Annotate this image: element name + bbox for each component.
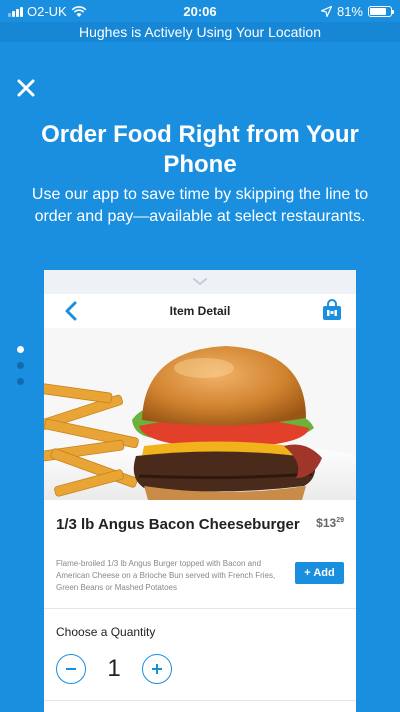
page-dot[interactable] xyxy=(17,378,24,385)
item-description: Flame-broiled 1/3 lb Angus Burger topped… xyxy=(56,559,276,592)
item-price-cents: 29 xyxy=(336,517,344,524)
plus-icon[interactable] xyxy=(150,662,164,676)
burger-illustration xyxy=(44,328,356,500)
close-icon[interactable] xyxy=(14,76,38,100)
card-header-title: Item Detail xyxy=(169,304,231,318)
quantity-stepper: 1 xyxy=(44,649,356,689)
location-arrow-icon xyxy=(320,6,332,17)
page-dot[interactable] xyxy=(17,346,24,353)
item-price: $1329 xyxy=(316,516,344,530)
add-button[interactable]: + Add xyxy=(295,562,344,584)
item-name: 1/3 lb Angus Bacon Cheeseburger xyxy=(56,516,300,533)
item-description-row: Flame-broiled 1/3 lb Angus Burger topped… xyxy=(44,548,356,608)
increase-quantity-button[interactable] xyxy=(142,654,172,684)
page-title: Order Food Right from Your Phone xyxy=(41,121,359,178)
battery-icon xyxy=(368,6,394,17)
page-dot[interactable] xyxy=(17,362,24,369)
page-subtitle: Use our app to save time by skipping the… xyxy=(31,186,369,225)
close-button[interactable] xyxy=(14,76,38,100)
shopping-bag-icon[interactable] xyxy=(322,299,342,321)
page-indicator[interactable] xyxy=(17,346,24,385)
status-bar: O2-UK 20:06 81% xyxy=(0,0,400,22)
chevron-down-icon xyxy=(193,278,207,286)
card-header: Item Detail xyxy=(44,294,356,328)
minus-icon[interactable] xyxy=(64,662,78,676)
burger-image xyxy=(44,328,356,500)
app-preview-card: Item Detail 1/3 lb Angus Bacon Cheesebur… xyxy=(44,270,356,712)
status-right: 81% xyxy=(320,4,394,19)
location-banner[interactable]: Hughes is Actively Using Your Location xyxy=(0,22,400,42)
quantity-label: Choose a Quantity xyxy=(56,625,156,639)
quantity-value: 1 xyxy=(107,655,121,682)
back-chevron-icon[interactable] xyxy=(64,301,78,321)
item-price-main: $13 xyxy=(316,516,337,530)
decrease-quantity-button[interactable] xyxy=(56,654,86,684)
divider xyxy=(44,700,356,701)
card-handle[interactable] xyxy=(44,270,356,294)
battery-percent: 81% xyxy=(336,4,363,19)
item-title-row: 1/3 lb Angus Bacon Cheeseburger $1329 xyxy=(44,500,356,548)
